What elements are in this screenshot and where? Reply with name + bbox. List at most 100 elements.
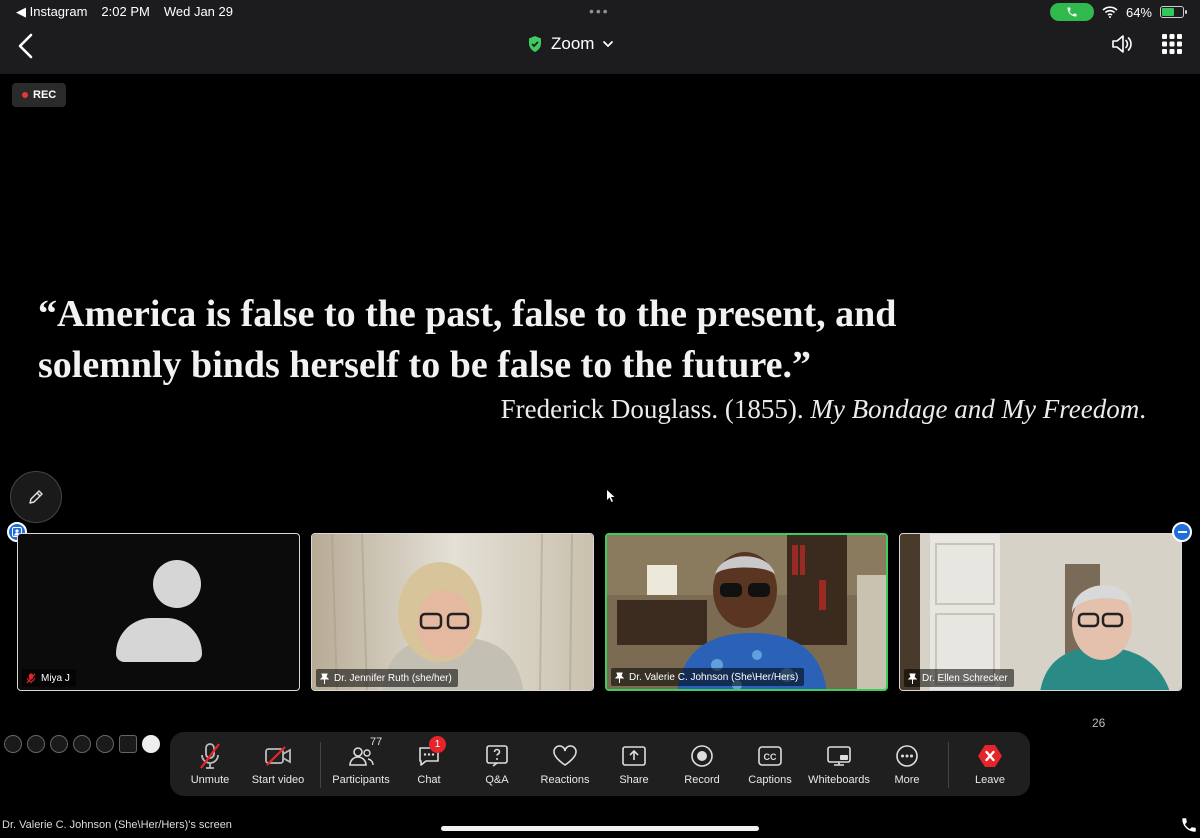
active-call-pill[interactable] (1049, 3, 1094, 21)
quote-line-1: “America is false to the past, false to … (38, 293, 897, 335)
avatar-placeholder-head (153, 560, 201, 608)
grid-icon (1162, 34, 1182, 54)
toolbar-divider (320, 742, 321, 788)
share-screen-icon (622, 746, 646, 766)
question-icon (486, 745, 508, 767)
heart-icon (553, 745, 577, 766)
participant-name-tag: Dr. Ellen Schrecker (904, 669, 1014, 687)
record-label: Record (684, 774, 720, 786)
citation-book-title: My Bondage and My Freedom (810, 394, 1140, 424)
mouse-cursor-icon (607, 490, 615, 502)
back-button[interactable] (14, 31, 38, 61)
screen-share-owner-label: Dr. Valerie C. Johnson (She\Her/Hers)'s … (2, 819, 232, 831)
zoom-title-bar: Zoom (0, 24, 1200, 74)
share-label: Share (619, 774, 649, 786)
gallery-view-button[interactable] (1162, 34, 1182, 59)
recording-label: REC (33, 89, 57, 101)
participants-button[interactable]: 77 Participants (326, 736, 396, 786)
wifi-icon (1102, 6, 1118, 18)
captions-label: Captions (748, 774, 792, 786)
copy-tool-icon[interactable] (73, 735, 91, 753)
annotate-button[interactable] (10, 471, 62, 523)
whiteboards-label: Whiteboards (808, 774, 870, 786)
minus-icon (1177, 531, 1187, 533)
start-video-label: Start video (251, 774, 305, 786)
citation-author: Frederick Douglass. (1855). (500, 394, 811, 424)
chat-unread-badge: 1 (429, 736, 446, 753)
camera-tool-icon[interactable] (142, 735, 160, 753)
citation-period: . (1139, 394, 1146, 424)
meeting-info-dropdown[interactable]: Zoom (527, 34, 614, 54)
draw-tool-icon[interactable] (50, 735, 68, 753)
svg-text:CC: CC (764, 752, 777, 762)
annotation-mini-toolbar (4, 735, 160, 753)
start-video-button[interactable]: Start video (243, 742, 313, 786)
reactions-label: Reactions (540, 774, 590, 786)
qa-button[interactable]: Q&A (462, 742, 532, 786)
unmute-button[interactable]: Unmute (175, 742, 245, 786)
meeting-controls-toolbar: Unmute Start video 77 Participants 1 Cha… (170, 732, 1030, 796)
captions-button[interactable]: CC Captions (735, 742, 805, 786)
leave-label: Leave (975, 774, 1005, 786)
chat-button[interactable]: 1 Chat (394, 736, 464, 786)
shield-check-icon (529, 36, 541, 52)
participants-count: 77 (370, 736, 383, 748)
quote-citation: Frederick Douglass. (1855). My Bondage a… (501, 394, 1146, 425)
participant-name: Dr. Jennifer Ruth (she/her) (334, 672, 452, 684)
more-icon (896, 745, 918, 767)
ios-status-bar: ◀ Instagram 2:02 PM Wed Jan 29 ••• 64% (0, 0, 1200, 24)
more-label: More (894, 774, 920, 786)
prev-tool-icon[interactable] (4, 735, 22, 753)
participant-name: Dr. Ellen Schrecker (922, 672, 1008, 684)
video-tile-active-speaker[interactable]: Dr. Valerie C. Johnson (She\Her/Hers) (605, 533, 888, 691)
speaker-button[interactable] (1110, 33, 1134, 60)
keyboard-tool-icon[interactable] (119, 735, 137, 753)
chevron-down-icon (603, 40, 614, 48)
recording-badge[interactable]: REC (12, 83, 67, 107)
speaker-icon (1112, 35, 1132, 53)
chevron-left-icon (18, 33, 33, 59)
video-tile[interactable]: Dr. Ellen Schrecker (899, 533, 1182, 691)
video-tile[interactable]: Miya J (17, 533, 300, 691)
recording-dot-icon (22, 92, 28, 98)
zoom-tool-icon[interactable] (96, 735, 114, 753)
leave-button[interactable]: Leave (955, 742, 1025, 786)
whiteboard-icon (827, 746, 851, 766)
pin-icon (320, 673, 329, 684)
participant-name: Dr. Valerie C. Johnson (She\Her/Hers) (629, 671, 799, 683)
gallery-page-count: 26 (1092, 716, 1106, 730)
next-tool-icon[interactable] (27, 735, 45, 753)
video-off-icon (265, 746, 291, 766)
participant-name: Miya J (41, 672, 70, 684)
participant-name-tag: Dr. Jennifer Ruth (she/her) (316, 669, 458, 687)
mic-muted-icon (26, 673, 36, 683)
share-button[interactable]: Share (599, 742, 669, 786)
back-to-app-link[interactable]: ◀ Instagram (16, 4, 87, 20)
reactions-button[interactable]: Reactions (530, 742, 600, 786)
multitasking-dots-icon[interactable]: ••• (589, 3, 610, 19)
cc-icon: CC (758, 746, 782, 766)
qa-label: Q&A (485, 774, 509, 786)
chat-label: Chat (417, 774, 441, 786)
video-tile[interactable]: Dr. Jennifer Ruth (she/her) (311, 533, 594, 691)
collapse-thumbnails-button[interactable] (1172, 522, 1192, 542)
unmute-label: Unmute (190, 774, 230, 786)
whiteboards-button[interactable]: Whiteboards (804, 742, 874, 786)
battery-percent: 64% (1125, 4, 1152, 20)
home-indicator[interactable] (441, 826, 759, 831)
quote-line-2: solemnly binds herself to be false to th… (38, 344, 811, 386)
leave-icon (978, 745, 1002, 767)
pin-icon (615, 672, 624, 683)
more-button[interactable]: More (872, 742, 942, 786)
participants-label: Participants (332, 774, 390, 786)
mic-muted-icon (200, 743, 220, 769)
phone-call-icon[interactable] (1180, 816, 1198, 834)
battery-icon (1160, 6, 1187, 18)
record-icon (691, 745, 713, 767)
meeting-title: Zoom (551, 34, 595, 53)
avatar-placeholder-body (116, 618, 202, 662)
record-button[interactable]: Record (667, 742, 737, 786)
participant-name-tag: Dr. Valerie C. Johnson (She\Her/Hers) (611, 668, 805, 686)
pencil-icon (29, 490, 43, 504)
participant-name-tag: Miya J (22, 669, 76, 687)
